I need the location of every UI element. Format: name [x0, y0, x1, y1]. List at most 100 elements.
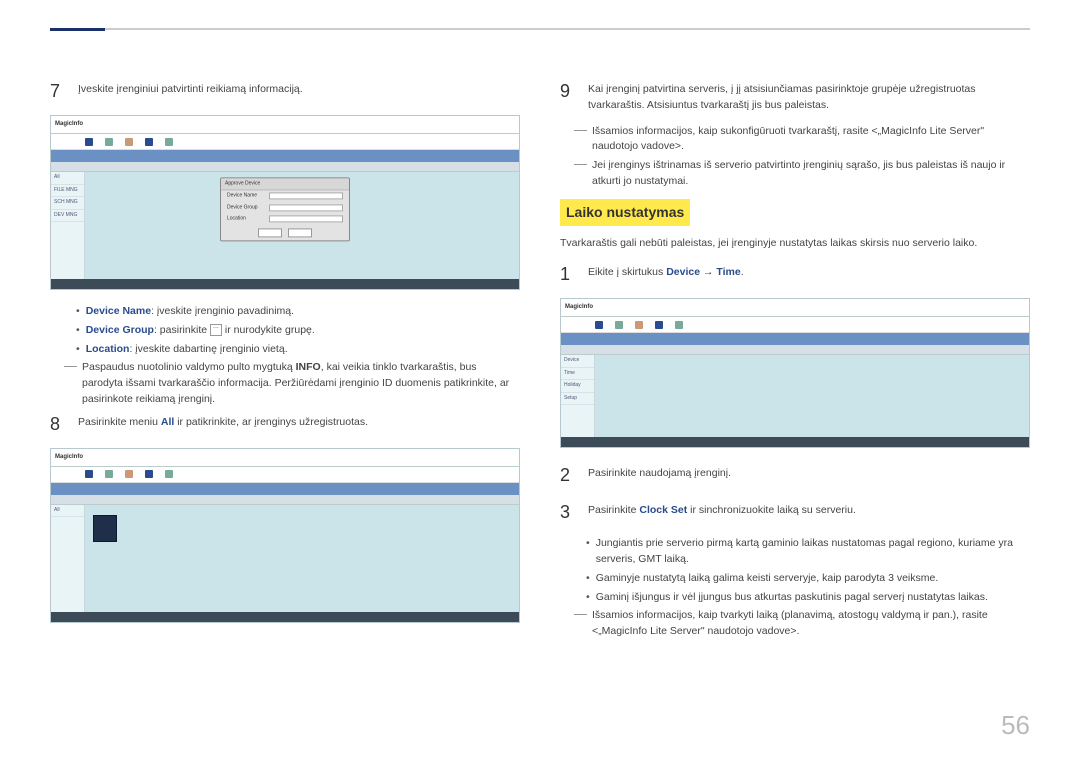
browse-icon	[210, 324, 222, 336]
step-text: Eikite į skirtukus Device → Time.	[588, 261, 1030, 281]
screenshot-footer	[51, 612, 519, 622]
menu-all: All	[161, 416, 174, 428]
toolbar-icons	[51, 467, 519, 483]
screenshot-all: MagicInfo All	[50, 448, 520, 623]
sub-bar	[561, 345, 1029, 355]
text: Paspaudus nuotolinio valdymo pulto mygtu…	[82, 361, 296, 373]
note-dash: ― Jei įrenginys ištrinamas iš serverio p…	[574, 158, 1030, 190]
file-thumbnail	[93, 515, 117, 542]
sidebar: All	[51, 505, 85, 612]
label-location: Location	[86, 343, 130, 355]
figure-all: MagicInfo All	[50, 448, 520, 623]
dialog-label: Location	[227, 215, 265, 223]
note-dash: ― Išsamios informacijos, kaip tvarkyti l…	[574, 608, 1030, 640]
tab-bar	[51, 483, 519, 495]
step-1: 1 Eikite į skirtukus Device → Time.	[560, 261, 1030, 288]
sub-bar	[51, 495, 519, 505]
text: Gaminį išjungus ir vėl įjungus bus atkur…	[596, 590, 1030, 606]
step-9: 9 Kai įrenginį patvirtina serveris, į jį…	[560, 78, 1030, 114]
bullet: • Gaminį išjungus ir vėl įjungus bus atk…	[586, 590, 1030, 606]
right-column: 9 Kai įrenginį patvirtina serveris, į jį…	[560, 78, 1030, 643]
screenshot-footer	[51, 279, 519, 289]
dialog-title: Approve Device	[221, 178, 349, 191]
step-number: 3	[560, 499, 576, 526]
dialog-input	[269, 193, 343, 200]
text: : įveskite įrenginio pavadinimą.	[151, 305, 294, 317]
text: ir nurodykite grupę.	[222, 324, 315, 336]
sub-bar	[51, 162, 519, 172]
step-number: 9	[560, 78, 576, 105]
bullet: • Jungiantis prie serverio pirmą kartą g…	[586, 536, 1030, 568]
label-device-group: Device Group	[86, 324, 154, 336]
tab-bar	[561, 333, 1029, 345]
cancel-button	[288, 228, 312, 237]
step-number: 1	[560, 261, 576, 288]
key-info: INFO	[296, 361, 321, 373]
side-item: Holiday	[561, 380, 594, 393]
sidebar: All FILE MNG SCH MNG DEV MNG	[51, 172, 85, 279]
step-text: Pasirinkite meniu All ir patikrinkite, a…	[78, 411, 520, 431]
bullet: • Gaminyje nustatytą laiką galima keisti…	[586, 571, 1030, 587]
tab-bar	[51, 150, 519, 162]
side-item: DEV MNG	[51, 210, 84, 223]
screenshot-canvas	[595, 355, 1029, 437]
app-titlebar: MagicInfo	[51, 449, 519, 467]
page-number: 56	[1001, 706, 1030, 745]
text: Jungiantis prie serverio pirmą kartą gam…	[596, 536, 1030, 568]
approve-dialog: Approve Device Device Name Device Group …	[220, 177, 350, 241]
bullet: • Location: įveskite dabartinę įrenginio…	[76, 342, 520, 358]
app-logo: MagicInfo	[55, 120, 83, 129]
step-text: Kai įrenginį patvirtina serveris, į jį a…	[588, 78, 1030, 114]
screenshot-time: MagicInfo Device Time Holiday Setup	[560, 298, 1030, 448]
tab-time: Time	[716, 266, 740, 278]
sidebar: Device Time Holiday Setup	[561, 355, 595, 437]
figure-time: MagicInfo Device Time Holiday Setup	[560, 298, 1030, 448]
app-titlebar: MagicInfo	[51, 116, 519, 134]
screenshot-canvas	[85, 505, 519, 612]
app-titlebar: MagicInfo	[561, 299, 1029, 317]
content-columns: 7 Įveskite įrenginiui patvirtinti reikia…	[50, 78, 1030, 643]
side-item: Setup	[561, 393, 594, 406]
side-item: All	[51, 505, 84, 518]
dialog-label: Device Group	[227, 204, 265, 212]
side-item: FILE MNG	[51, 185, 84, 198]
text: : įveskite dabartinę įrenginio vietą.	[129, 343, 287, 355]
toolbar-icons	[561, 317, 1029, 333]
left-column: 7 Įveskite įrenginiui patvirtinti reikia…	[50, 78, 520, 643]
screenshot-footer	[561, 437, 1029, 447]
note-dash: ― Išsamios informacijos, kaip sukonfigūr…	[574, 124, 1030, 156]
text: : pasirinkite	[154, 324, 210, 336]
side-item: Device	[561, 355, 594, 368]
step-text: Pasirinkite Clock Set ir sinchronizuokit…	[588, 499, 1030, 519]
step-number: 7	[50, 78, 66, 105]
toolbar-icons	[51, 134, 519, 150]
dialog-label: Device Name	[227, 192, 265, 200]
bullet: • Device Name: įveskite įrenginio pavadi…	[76, 304, 520, 320]
step-text: Pasirinkite naudojamą įrenginį.	[588, 462, 1030, 482]
dialog-input	[269, 204, 343, 211]
text: Jei įrenginys ištrinamas iš serverio pat…	[592, 158, 1030, 190]
side-item: SCH MNG	[51, 197, 84, 210]
screenshot-approve: MagicInfo All FILE MNG SCH MNG DEV MNG A…	[50, 115, 520, 290]
note-dash: ― Paspaudus nuotolinio valdymo pulto myg…	[64, 360, 520, 407]
side-item: All	[51, 172, 84, 185]
step-8: 8 Pasirinkite meniu All ir patikrinkite,…	[50, 411, 520, 438]
ok-button	[258, 228, 282, 237]
app-logo: MagicInfo	[565, 303, 593, 312]
step-number: 8	[50, 411, 66, 438]
step-3: 3 Pasirinkite Clock Set ir sinchronizuok…	[560, 499, 1030, 526]
page-rule-accent	[50, 28, 105, 31]
text: Gaminyje nustatytą laiką galima keisti s…	[596, 571, 1030, 587]
side-item: Time	[561, 368, 594, 381]
section-intro: Tvarkaraštis gali nebūti paleistas, jei …	[560, 236, 1030, 252]
step-text: Įveskite įrenginiui patvirtinti reikiamą…	[78, 78, 520, 98]
clock-set: Clock Set	[639, 504, 687, 516]
dialog-input	[269, 216, 343, 223]
section-heading: Laiko nustatymas	[560, 199, 690, 226]
page-rule	[50, 28, 1030, 30]
text: Išsamios informacijos, kaip tvarkyti lai…	[592, 608, 1030, 640]
label-device-name: Device Name	[86, 305, 151, 317]
step-7: 7 Įveskite įrenginiui patvirtinti reikia…	[50, 78, 520, 105]
step-number: 2	[560, 462, 576, 489]
bullet: • Device Group: pasirinkite ir nurodykit…	[76, 323, 520, 339]
